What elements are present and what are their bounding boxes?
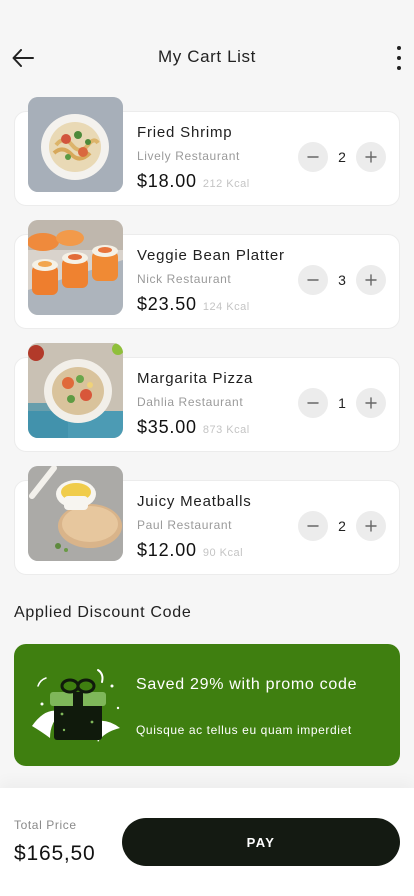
plus-icon [365, 520, 377, 532]
food-image-sushi [28, 220, 123, 315]
plus-icon [365, 274, 377, 286]
item-name: Juicy Meatballs [137, 493, 252, 510]
more-vertical-icon [397, 46, 401, 50]
quantity-value: 2 [338, 518, 346, 534]
promo-card[interactable]: Saved 29% with promo code Quisque ac tel… [14, 644, 400, 766]
quantity-stepper: 1 [298, 388, 386, 418]
quantity-value: 3 [338, 272, 346, 288]
minus-icon [307, 279, 319, 281]
promo-subtitle: Quisque ac tellus eu quam imperdiet [136, 723, 352, 737]
promo-title: Saved 29% with promo code [136, 676, 358, 693]
cart-item: Juicy Meatballs Paul Restaurant $12.00 90… [14, 466, 400, 589]
cart-item: Fried Shrimp Lively Restaurant $18.00 212… [14, 97, 400, 220]
item-price: $12.00 [137, 540, 197, 560]
minus-icon [307, 402, 319, 404]
item-price-row: $23.50 124 Kcal [137, 294, 250, 315]
quantity-stepper: 2 [298, 511, 386, 541]
quantity-value: 1 [338, 395, 346, 411]
page-title: My Cart List [158, 47, 256, 66]
minus-icon [307, 156, 319, 158]
item-restaurant: Paul Restaurant [137, 518, 233, 532]
pay-button[interactable]: PAY [122, 818, 400, 866]
quantity-value: 2 [338, 149, 346, 165]
item-price-row: $12.00 90 Kcal [137, 540, 243, 561]
increase-quantity-button[interactable] [356, 511, 386, 541]
cart-item: Margarita Pizza Dahlia Restaurant $35.00… [14, 343, 400, 466]
item-name: Margarita Pizza [137, 370, 254, 387]
item-kcal: 873 Kcal [202, 424, 250, 436]
quantity-stepper: 2 [298, 142, 386, 172]
decrease-quantity-button[interactable] [298, 511, 328, 541]
item-kcal: 90 Kcal [202, 547, 244, 559]
cart-list: Fried Shrimp Lively Restaurant $18.00 212… [14, 97, 400, 589]
item-restaurant: Dahlia Restaurant [137, 395, 244, 409]
item-kcal: 212 Kcal [202, 178, 250, 190]
checkout-bar: Total Price $165,50 PAY [0, 788, 414, 896]
decrease-quantity-button[interactable] [298, 142, 328, 172]
total-price-label: Total Price [14, 818, 77, 832]
item-restaurant: Nick Restaurant [137, 272, 232, 286]
decrease-quantity-button[interactable] [298, 388, 328, 418]
item-price: $35.00 [137, 417, 197, 437]
item-price: $23.50 [137, 294, 197, 314]
food-image-pasta [28, 97, 123, 192]
increase-quantity-button[interactable] [356, 388, 386, 418]
decrease-quantity-button[interactable] [298, 265, 328, 295]
item-name: Fried Shrimp [137, 124, 233, 141]
item-price-row: $18.00 212 Kcal [137, 171, 250, 192]
item-kcal: 124 Kcal [202, 301, 250, 313]
total-price-value: $165,50 [14, 842, 96, 865]
cart-item: Veggie Bean Platter Nick Restaurant $23.… [14, 220, 400, 343]
item-price: $18.00 [137, 171, 197, 191]
plus-icon [365, 151, 377, 163]
food-image-salad [28, 343, 123, 438]
increase-quantity-button[interactable] [356, 265, 386, 295]
minus-icon [307, 525, 319, 527]
item-restaurant: Lively Restaurant [137, 149, 240, 163]
increase-quantity-button[interactable] [356, 142, 386, 172]
quantity-stepper: 3 [298, 265, 386, 295]
item-name: Veggie Bean Platter [137, 247, 285, 264]
gift-box-icon [32, 669, 120, 742]
food-image-soup [28, 466, 123, 561]
item-price-row: $35.00 873 Kcal [137, 417, 250, 438]
plus-icon [365, 397, 377, 409]
more-options-button[interactable] [394, 46, 404, 70]
discount-heading: Applied Discount Code [14, 604, 192, 621]
